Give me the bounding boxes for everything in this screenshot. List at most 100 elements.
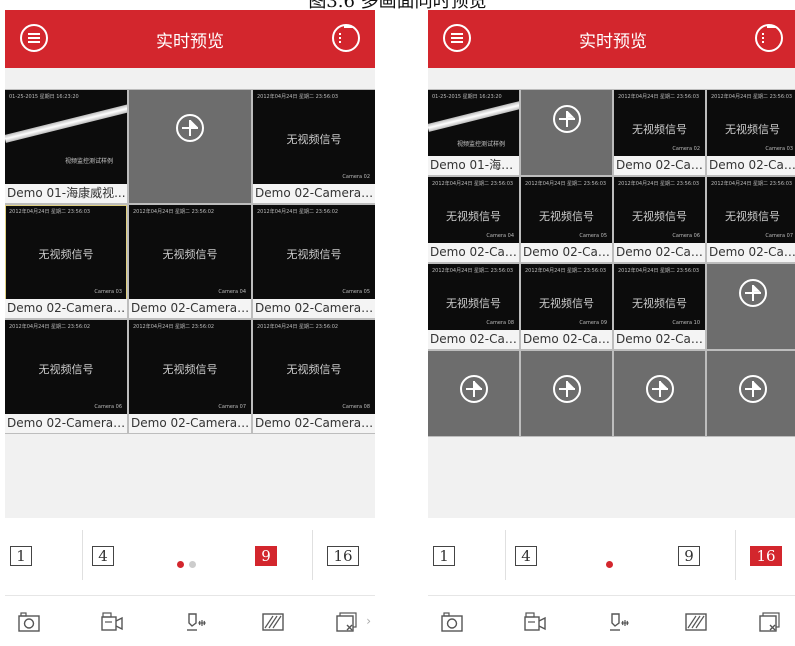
no-video-signal-text: 无视频信号 [38, 362, 94, 376]
camera-tile[interactable]: 2012年04月24日 星期二 23:56:03 无视频信号 Camera 03 De… [707, 90, 795, 175]
empty-tile[interactable] [428, 351, 519, 436]
device-list-icon[interactable] [332, 24, 360, 52]
snapshot-icon[interactable] [440, 611, 464, 633]
layout-4-button[interactable]: 4 [515, 546, 537, 566]
empty-tile[interactable] [707, 264, 795, 349]
image-quality-icon[interactable] [261, 611, 285, 633]
app-header: 实时预览 [5, 10, 375, 68]
page-title: 实时预览 [156, 32, 224, 52]
page-indicator [606, 553, 618, 568]
no-video-signal-text: 无视频信号 [446, 296, 501, 310]
camera-tile[interactable]: 2012年04月24日 星期二 23:56:03 无视频信号 Camera 04 De… [428, 177, 519, 262]
page-dot [606, 561, 613, 568]
timestamp-overlay: 2012年04月24日 星期二 23:56:03 [9, 209, 91, 215]
timestamp-overlay: 01-25-2015 星期日 16:23:20 [432, 94, 502, 100]
camera-tile[interactable]: 2012年04月24日 星期二 23:56:03 无视频信号 Camera 10 De… [614, 264, 705, 349]
phone-right-sixteen-split: 实时预览 01-25-2015 星期日 16:23:20 视频监控测试样例 Demo… [428, 10, 795, 646]
empty-tile[interactable] [521, 90, 612, 175]
layout-16-button[interactable]: 16 [327, 546, 359, 566]
bottom-toolbar: › [5, 595, 375, 646]
camera-number-overlay: Camera 09 [579, 320, 607, 326]
camera-number-overlay: Camera 08 [342, 404, 370, 410]
camera-tile[interactable]: 2012年04月24日 星期二 23:56:02 无视频信号 Camera 06 De… [5, 320, 127, 433]
page-dot [189, 561, 196, 568]
camera-number-overlay: Camera 06 [672, 233, 700, 239]
empty-tile[interactable] [614, 351, 705, 436]
preview-grid: 01-25-2015 星期日 16:23:20 视频监控测试样例 Demo 01-海… [428, 89, 795, 437]
add-camera-icon[interactable] [459, 375, 488, 404]
no-video-signal-text: 无视频信号 [286, 362, 342, 376]
camera-tile[interactable]: 2012年04月24日 星期二 23:56:03 无视频信号 Camera 05 De… [521, 177, 612, 262]
add-camera-icon[interactable] [552, 375, 581, 404]
camera-label: Demo 02-Camera 06... [5, 414, 127, 433]
no-video-signal-text: 无视频信号 [632, 122, 687, 136]
camera-tile[interactable]: 2012年04月24日 星期二 23:56:03 无视频信号 Camera 07 De… [707, 177, 795, 262]
camera-tile[interactable]: 2012年04月24日 星期二 23:56:03 无视频信号 Camera 09 De… [521, 264, 612, 349]
timestamp-overlay: 2012年04月24日 星期二 23:56:03 [432, 181, 514, 187]
timestamp-overlay: 2012年04月24日 星期二 23:56:03 [257, 94, 339, 100]
camera-number-overlay: Camera 04 [218, 289, 246, 295]
empty-tile[interactable] [129, 90, 251, 203]
empty-tile[interactable] [521, 351, 612, 436]
camera-tile[interactable]: 2012年04月24日 星期二 23:56:02 无视频信号 Camera 04 De… [129, 205, 251, 318]
camera-tile[interactable]: 2012年04月24日 星期二 23:56:02 无视频信号 Camera 08 De… [253, 320, 375, 433]
add-camera-icon[interactable] [552, 104, 581, 133]
timestamp-overlay: 2012年04月24日 星期二 23:56:02 [257, 209, 339, 215]
camera-tile[interactable]: 01-25-2015 星期日 16:23:20 视频监控测试样例 Demo 01-海… [428, 90, 519, 175]
no-video-signal-text: 无视频信号 [162, 362, 218, 376]
camera-tile[interactable]: 2012年04月24日 星期二 23:56:03 无视频信号 Camera 02 De… [253, 90, 375, 203]
add-camera-icon[interactable] [738, 375, 767, 404]
close-all-icon[interactable] [335, 611, 359, 633]
camera-label: Demo 02-Cam... [614, 243, 705, 262]
layout-9-button[interactable]: 9 [255, 546, 277, 566]
camera-tile[interactable]: 2012年04月24日 星期二 23:56:03 无视频信号 Camera 02 De… [614, 90, 705, 175]
camera-number-overlay: Camera 08 [486, 320, 514, 326]
add-camera-icon[interactable] [176, 114, 204, 143]
layout-1-button[interactable]: 1 [10, 546, 32, 566]
camera-tile[interactable]: 2012年04月24日 星期二 23:56:03 无视频信号 Camera 08 De… [428, 264, 519, 349]
camera-tile[interactable]: 2012年04月24日 星期二 23:56:03 无视频信号 Camera 03 De… [5, 205, 127, 318]
preview-grid: 01-25-2015 星期日 16:23:20 视频监控测试样例 Demo 01-海… [5, 89, 375, 434]
divider [505, 530, 506, 580]
camera-label: Demo 02-Cam... [614, 330, 705, 349]
camera-number-overlay: Camera 05 [342, 289, 370, 295]
no-video-signal-text: 无视频信号 [286, 132, 342, 146]
camera-tile[interactable]: 01-25-2015 星期日 16:23:20 视频监控测试样例 Demo 01-海… [5, 90, 127, 203]
device-list-icon[interactable] [755, 24, 783, 52]
timestamp-overlay: 01-25-2015 星期日 16:23:20 [9, 94, 79, 100]
camera-tile[interactable]: 2012年04月24日 星期二 23:56:02 无视频信号 Camera 07 De… [129, 320, 251, 433]
timestamp-overlay: 2012年04月24日 星期二 23:56:03 [711, 181, 793, 187]
camera-label: Demo 02-Cam... [707, 243, 795, 262]
ptz-icon[interactable] [606, 611, 630, 633]
camera-number-overlay: Camera 07 [765, 233, 793, 239]
layout-4-button[interactable]: 4 [92, 546, 114, 566]
camera-tile[interactable]: 2012年04月24日 星期二 23:56:03 无视频信号 Camera 06 De… [614, 177, 705, 262]
camera-label: Demo 02-Cam... [707, 156, 795, 175]
close-all-icon[interactable] [758, 611, 782, 633]
image-quality-icon[interactable] [684, 611, 708, 633]
camera-number-overlay: Camera 10 [672, 320, 700, 326]
layout-9-button[interactable]: 9 [678, 546, 700, 566]
camera-label: Demo 01-海康... [428, 156, 519, 175]
add-camera-icon[interactable] [738, 278, 767, 307]
camera-label: Demo 02-Cam... [428, 243, 519, 262]
ptz-icon[interactable] [183, 611, 207, 633]
record-icon[interactable] [523, 611, 547, 633]
layout-1-button[interactable]: 1 [433, 546, 455, 566]
timestamp-overlay: 2012年04月24日 星期二 23:56:03 [525, 268, 607, 274]
camera-tile[interactable]: 2012年04月24日 星期二 23:56:02 无视频信号 Camera 05 De… [253, 205, 375, 318]
add-camera-icon[interactable] [645, 375, 674, 404]
record-icon[interactable] [100, 611, 124, 633]
page-title: 实时预览 [579, 32, 647, 52]
timestamp-overlay: 2012年04月24日 星期二 23:56:03 [618, 268, 700, 274]
video-frame [5, 96, 127, 144]
empty-tile[interactable] [707, 351, 795, 436]
more-tools-arrow-icon[interactable]: › [366, 614, 371, 628]
camera-label: Demo 02-Cam... [428, 330, 519, 349]
snapshot-icon[interactable] [17, 611, 41, 633]
page-dot [177, 561, 184, 568]
no-video-signal-text: 无视频信号 [162, 247, 218, 261]
divider [312, 530, 313, 580]
camera-label: Demo 02-Camera 08... [253, 414, 375, 433]
layout-16-button[interactable]: 16 [750, 546, 782, 566]
